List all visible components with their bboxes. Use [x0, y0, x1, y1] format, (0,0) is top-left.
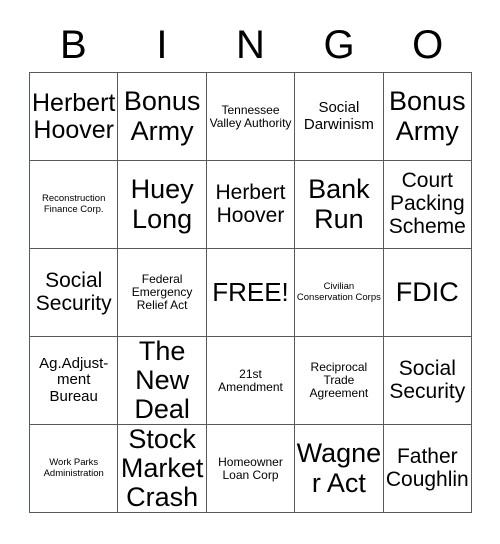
bingo-cell-label: Herbert Hoover [215, 180, 286, 227]
bingo-cell-label: Bonus Army [123, 86, 201, 146]
bingo-cell-label: Tennessee Valley Authority [209, 102, 292, 130]
bingo-grid: Herbert Hoover Bonus Army Tennessee Vall… [29, 72, 472, 513]
bingo-cell-label: Federal Emergency Relief Act [131, 272, 193, 312]
bingo-header-letter-b: B [59, 23, 87, 67]
bingo-header-letter-o: O [412, 23, 444, 67]
bingo-cell-r3c2[interactable]: Federal Emergency Relief Act [118, 249, 207, 337]
bingo-cell-label: 21st Amendment [218, 366, 283, 394]
bingo-header-letter-n: N [236, 23, 265, 67]
bingo-cell-label: Ag.Adjust-ment Bureau [39, 355, 109, 405]
bingo-cell-r5c3[interactable]: Homeowner Loan Corp [206, 425, 296, 513]
bingo-cell-label: Huey Long [130, 174, 194, 234]
bingo-cell-label: Bonus Army [389, 86, 466, 146]
bingo-cell-label: The New Deal [134, 337, 190, 425]
bingo-cell-r3c4[interactable]: Civilian Conservation Corps [295, 249, 384, 337]
bingo-cell-label: Social Darwinism [303, 99, 374, 133]
bingo-cell-label: Civilian Conservation Corps [296, 281, 381, 303]
bingo-cell-label: Bank Run [308, 174, 370, 234]
bingo-cell-label: Court Packing Scheme [388, 169, 466, 238]
bingo-cell-r1c2[interactable]: Bonus Army [118, 73, 207, 161]
bingo-cell-r1c1[interactable]: Herbert Hoover [30, 73, 119, 161]
bingo-cell-r4c3[interactable]: 21st Amendment [206, 337, 296, 425]
bingo-cell-r1c4[interactable]: Social Darwinism [295, 73, 384, 161]
bingo-cell-label: Homeowner Loan Corp [218, 454, 283, 482]
bingo-cell-r5c2[interactable]: Stock Market Crash [118, 425, 207, 513]
bingo-cell-label: FDIC [395, 276, 459, 307]
bingo-header-letter-i: I [156, 23, 168, 67]
bingo-cell-label: Reciprocal Trade Agreement [309, 360, 369, 400]
bingo-cell-r5c4[interactable]: Wagner Act [295, 425, 384, 513]
bingo-cell-r3c5[interactable]: FDIC [383, 249, 472, 337]
bingo-free-space-label: FREE! [212, 277, 289, 308]
bingo-cell-r2c5[interactable]: Court Packing Scheme [383, 161, 472, 249]
bingo-header: B I N G O [29, 18, 472, 72]
bingo-cell-label: Herbert Hoover [32, 88, 116, 144]
bingo-cell-r4c1[interactable]: Ag.Adjust-ment Bureau [30, 337, 119, 425]
bingo-cell-r2c2[interactable]: Huey Long [118, 161, 207, 249]
bingo-header-letter-g: G [323, 23, 355, 67]
bingo-cell-label: Work Parks Administration [43, 457, 104, 479]
bingo-cell-r1c3[interactable]: Tennessee Valley Authority [206, 73, 296, 161]
bingo-cell-r2c4[interactable]: Bank Run [295, 161, 384, 249]
bingo-card: B I N G O Herbert Hoover Bonus Army Tenn… [0, 0, 500, 544]
bingo-cell-r2c1[interactable]: Reconstruction Finance Corp. [30, 161, 119, 249]
bingo-cell-r1c5[interactable]: Bonus Army [383, 73, 472, 161]
bingo-cell-free-space[interactable]: FREE! [206, 249, 296, 337]
bingo-cell-r5c1[interactable]: Work Parks Administration [30, 425, 119, 513]
bingo-cell-r3c1[interactable]: Social Security [30, 249, 119, 337]
bingo-cell-r4c4[interactable]: Reciprocal Trade Agreement [295, 337, 384, 425]
bingo-cell-label: Reconstruction Finance Corp. [42, 193, 106, 215]
bingo-cell-r2c3[interactable]: Herbert Hoover [206, 161, 296, 249]
bingo-cell-label: Father Coughlin [385, 444, 469, 491]
bingo-cell-label: Social Security [35, 268, 112, 315]
bingo-cell-r4c5[interactable]: Social Security [383, 337, 472, 425]
bingo-cell-label: Wagner Act [296, 438, 382, 498]
bingo-cell-label: Social Security [389, 356, 466, 403]
bingo-cell-r4c2[interactable]: The New Deal [118, 337, 207, 425]
bingo-cell-label: Stock Market Crash [120, 425, 204, 513]
bingo-cell-r5c5[interactable]: Father Coughlin [383, 425, 472, 513]
